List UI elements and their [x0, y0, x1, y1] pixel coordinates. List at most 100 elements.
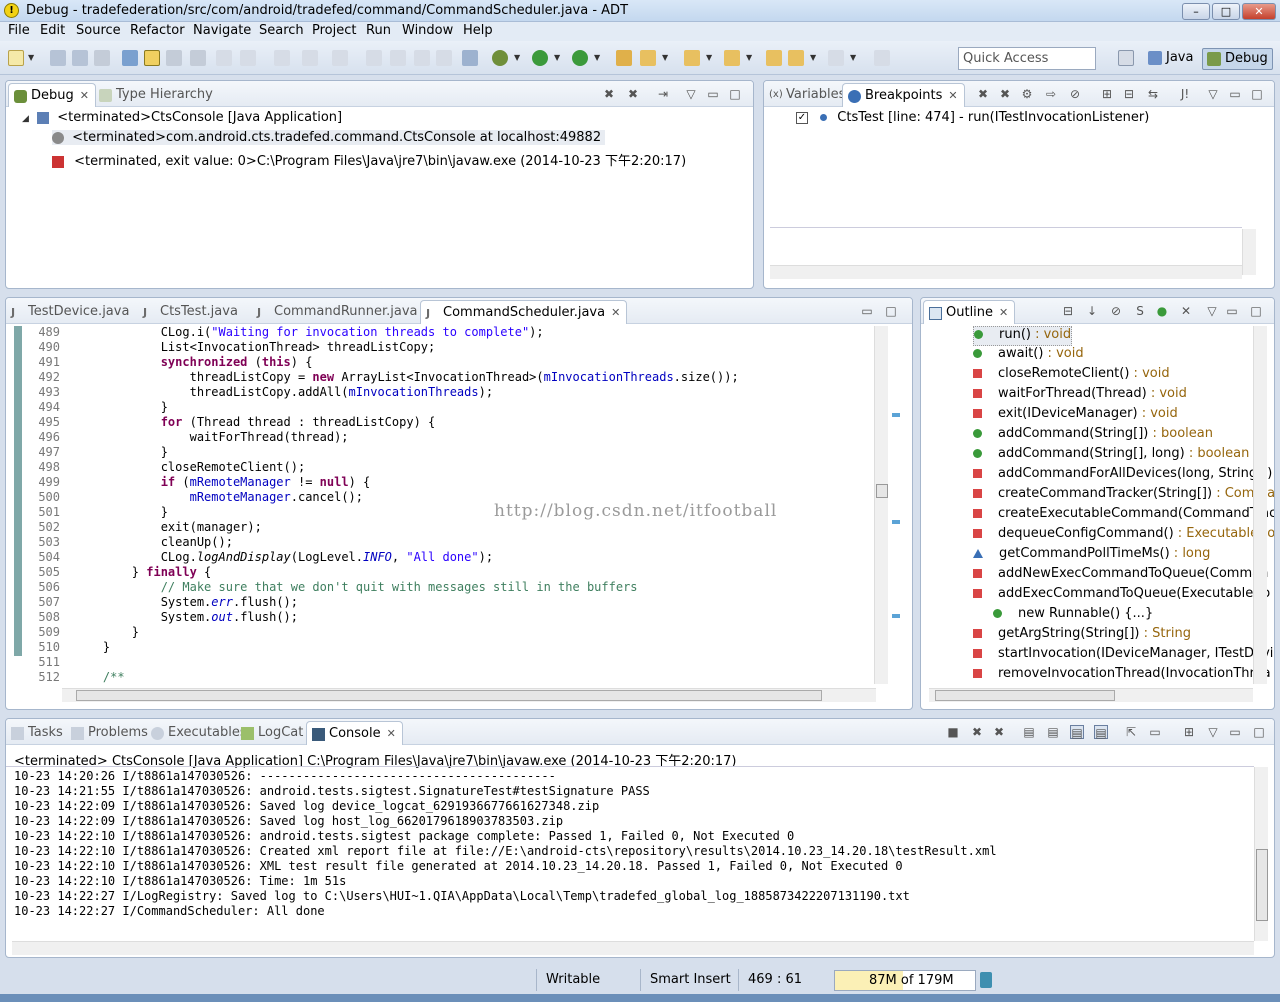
new-icon[interactable]: [8, 50, 24, 66]
add-java-exception-icon[interactable]: J!: [1178, 87, 1192, 101]
forward-icon[interactable]: [828, 50, 844, 66]
chevron-down-icon[interactable]: ▼: [554, 53, 560, 62]
view-menu-icon[interactable]: ▽: [684, 87, 698, 101]
close-icon[interactable]: ✕: [387, 727, 396, 740]
open-console-icon[interactable]: ⊞: [1182, 725, 1196, 739]
garbage-collect-icon[interactable]: [980, 972, 992, 988]
close-icon[interactable]: ✕: [999, 306, 1008, 319]
maximize-icon[interactable]: □: [728, 87, 742, 101]
tab-type-hierarchy[interactable]: Type Hierarchy: [94, 83, 219, 107]
menu-project[interactable]: Project: [312, 23, 356, 38]
open-type-icon[interactable]: [616, 50, 632, 66]
code-text[interactable]: System.err.flush();: [74, 595, 298, 610]
disconnect-icon[interactable]: [436, 50, 452, 66]
code-text[interactable]: if (mRemoteManager != null) {: [74, 475, 371, 490]
collapse-all-icon[interactable]: ⊟: [1122, 87, 1136, 101]
remove-all-launches-icon[interactable]: ✖: [992, 725, 1006, 739]
code-text[interactable]: List<InvocationThread> threadListCopy;: [74, 340, 436, 355]
close-button[interactable]: ✕: [1242, 3, 1276, 20]
tree-row-launch[interactable]: ◢ <terminated>CtsConsole [Java Applicati…: [22, 110, 342, 125]
step-into-icon[interactable]: [302, 50, 318, 66]
code-text[interactable]: }: [74, 400, 168, 415]
console-line[interactable]: 10-23 14:20:26 I/t8861a147030526: ------…: [14, 769, 556, 784]
tab-problems[interactable]: Problems: [66, 721, 154, 745]
remove-all-terminated-icon[interactable]: ✖: [626, 87, 640, 101]
skip-breakpoints-icon[interactable]: [462, 50, 478, 66]
code-text[interactable]: closeRemoteClient();: [74, 460, 306, 475]
close-icon[interactable]: ✕: [80, 89, 89, 102]
checkbox-checked-icon[interactable]: ✓: [796, 111, 808, 124]
step-over-icon[interactable]: [332, 50, 348, 66]
save-all-icon[interactable]: [72, 50, 88, 66]
view-menu-icon[interactable]: ▽: [1205, 304, 1219, 318]
outline-item[interactable]: exit(IDeviceManager) : void: [973, 406, 1178, 426]
tab-tasks[interactable]: Tasks: [6, 721, 69, 745]
step-filter-icon[interactable]: ⇥: [656, 87, 670, 101]
menu-help[interactable]: Help: [463, 23, 493, 38]
next-edit-icon[interactable]: [684, 50, 700, 66]
remove-breakpoint-icon[interactable]: ✖: [976, 87, 990, 101]
detail-hscrollbar[interactable]: [770, 265, 1242, 279]
tab-logcat[interactable]: LogCat: [236, 721, 309, 745]
outline-vscrollbar[interactable]: [1253, 326, 1267, 684]
maximize-button[interactable]: □: [1212, 3, 1240, 20]
tab-console[interactable]: Console ✕: [306, 721, 403, 745]
outline-item[interactable]: await() : void: [973, 346, 1084, 366]
debug-skip-icon[interactable]: [122, 50, 138, 66]
maximize-icon[interactable]: □: [1252, 725, 1266, 739]
hide-fields-icon[interactable]: ⊘: [1109, 304, 1123, 318]
view-menu-icon[interactable]: ▽: [1206, 87, 1220, 101]
code-text[interactable]: }: [74, 445, 168, 460]
code-text[interactable]: mRemoteManager.cancel();: [74, 490, 363, 505]
menu-file[interactable]: File: [8, 23, 30, 38]
clear-console-icon[interactable]: ▤: [1022, 725, 1036, 739]
outline-item[interactable]: addCommand(String[]) : boolean: [973, 426, 1213, 446]
print-icon[interactable]: [94, 50, 110, 66]
hide-local-types-icon[interactable]: ✕: [1179, 304, 1193, 318]
tab-commandrunner[interactable]: J CommandRunner.java: [252, 300, 424, 324]
code-text[interactable]: // Make sure that we don't quit with mes…: [74, 580, 638, 595]
minimize-icon[interactable]: ▭: [1228, 87, 1242, 101]
remove-all-breakpoints-icon[interactable]: ✖: [998, 87, 1012, 101]
console-vscrollbar[interactable]: [1254, 767, 1268, 941]
outline-item[interactable]: getArgString(String[]) : String: [973, 626, 1191, 646]
save-icon[interactable]: [50, 50, 66, 66]
search-icon[interactable]: [640, 50, 656, 66]
last-edit-icon[interactable]: [766, 50, 782, 66]
maximize-icon[interactable]: □: [1249, 304, 1263, 318]
collapse-all-icon[interactable]: ⊟: [1061, 304, 1075, 318]
code-text[interactable]: synchronized (this) {: [74, 355, 313, 370]
back-icon[interactable]: [788, 50, 804, 66]
show-supported-icon[interactable]: ⚙: [1020, 87, 1034, 101]
hide-static-icon[interactable]: S: [1133, 304, 1147, 318]
code-text[interactable]: threadListCopy = new ArrayList<Invocatio…: [74, 370, 739, 385]
minimize-button[interactable]: –: [1182, 3, 1210, 20]
chevron-down-icon[interactable]: ▼: [594, 53, 600, 62]
outline-item[interactable]: addCommandForAllDevices(long, String[]): [973, 466, 1272, 486]
outline-item[interactable]: waitForThread(Thread) : void: [973, 386, 1187, 406]
display-console-icon[interactable]: ▭: [1148, 725, 1162, 739]
expand-all-icon[interactable]: ⊞: [1100, 87, 1114, 101]
skip-all-icon[interactable]: ⊘: [1068, 87, 1082, 101]
console-line[interactable]: 10-23 14:22:10 I/t8861a147030526: Create…: [14, 844, 997, 859]
console-line[interactable]: 10-23 14:21:55 I/t8861a147030526: androi…: [14, 784, 650, 799]
menu-source[interactable]: Source: [76, 23, 121, 38]
chevron-down-icon[interactable]: ▼: [706, 53, 712, 62]
console-line[interactable]: 10-23 14:22:09 I/t8861a147030526: Saved …: [14, 814, 563, 829]
tab-debug[interactable]: Debug ✕: [8, 83, 96, 107]
sort-icon[interactable]: ↓: [1085, 304, 1099, 318]
menu-edit[interactable]: Edit: [40, 23, 65, 38]
console-line[interactable]: 10-23 14:22:10 I/t8861a147030526: XML te…: [14, 859, 903, 874]
menu-run[interactable]: Run: [366, 23, 391, 38]
scroll-lock-icon[interactable]: ▤: [1046, 725, 1060, 739]
view-menu-icon[interactable]: ▽: [1206, 725, 1220, 739]
overview-marker[interactable]: [892, 520, 900, 524]
minimize-icon[interactable]: ▭: [1228, 725, 1242, 739]
outline-item[interactable]: closeRemoteClient() : void: [973, 366, 1170, 386]
tab-ctstest[interactable]: J CtsTest.java: [138, 300, 244, 324]
outline-item[interactable]: run() : void: [973, 326, 1073, 346]
code-text[interactable]: waitForThread(thread);: [74, 430, 349, 445]
prev-annotation-icon[interactable]: [240, 50, 256, 66]
overview-marker[interactable]: [892, 614, 900, 618]
pause-icon[interactable]: [390, 50, 406, 66]
